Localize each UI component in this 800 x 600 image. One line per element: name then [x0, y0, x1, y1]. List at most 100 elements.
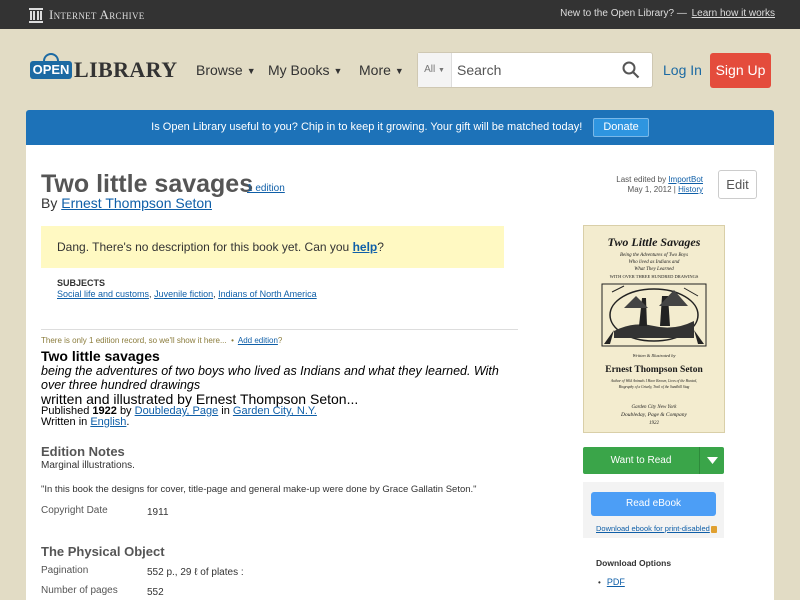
history-link[interactable]: History — [678, 185, 703, 194]
search-button[interactable] — [622, 61, 640, 79]
new-to-library-text: New to the Open Library? — — [560, 8, 687, 19]
search-facet-label: All — [424, 64, 436, 75]
caret-down-icon: ▼ — [333, 66, 343, 77]
caret-down-icon: ▼ — [437, 67, 445, 74]
help-link[interactable]: help — [353, 240, 378, 254]
missing-description-notice: Dang. There's no description for this bo… — [41, 226, 504, 268]
ia-bar-message: New to the Open Library? — Learn how it … — [560, 8, 775, 19]
want-to-read-button[interactable]: Want to Read — [583, 447, 699, 474]
byline: By Ernest Thompson Seton — [41, 195, 212, 211]
nav-more[interactable]: More ▼ — [359, 62, 404, 78]
nav-browse-label: Browse — [196, 62, 243, 78]
last-edited-label: Last edited by — [616, 175, 667, 184]
download-options-heading: Download Options — [596, 558, 672, 568]
cover-author: Ernest Thompson Seton — [605, 365, 703, 375]
single-edition-note: There is only 1 edition record, so we'll… — [41, 336, 283, 345]
description-suffix: ? — [377, 240, 384, 254]
cover-tagline-4: WITH OVER THREE HUNDRED DRAWINGS — [610, 274, 699, 279]
bullet-icon: • — [598, 578, 601, 587]
search-facet-select[interactable]: All ▼ — [418, 53, 452, 87]
edit-button[interactable]: Edit — [718, 170, 757, 199]
cover-woodcut-drawing — [601, 283, 707, 347]
reading-status-dropdown[interactable] — [699, 447, 724, 474]
subjects-label: SUBJECTS — [57, 278, 106, 288]
last-edited-info: Last edited by ImportBot May 1, 2012 | H… — [616, 175, 703, 195]
edition-count-link[interactable]: 1 edition — [247, 183, 285, 194]
print-disabled-download: Download ebook for print-disabled — [596, 524, 717, 533]
read-options-box: Read eBook Download ebook for print-disa… — [583, 482, 724, 538]
open-library-logo[interactable]: OPEN LIBRARY — [30, 51, 178, 83]
edition-notes-text: Marginal illustrations. — [41, 460, 135, 471]
language-info: Written in English. — [41, 416, 129, 428]
nav-my-books-label: My Books — [268, 62, 330, 78]
cover-tagline-3: What They Learned — [634, 267, 674, 272]
add-edition-suffix: ? — [277, 336, 283, 345]
last-edited-date: May 1, 2012 | — [627, 185, 676, 194]
logo-wordmark: LIBRARY — [74, 57, 178, 82]
signup-button[interactable]: Sign Up — [710, 53, 771, 88]
cover-tagline-1: Being the Adventures of Two Boys — [620, 253, 688, 258]
edition-notes-heading: Edition Notes — [41, 444, 125, 459]
nav-browse[interactable]: Browse ▼ — [196, 62, 256, 78]
search-bar: All ▼ — [417, 52, 653, 88]
add-edition-link[interactable]: Add edition — [238, 336, 278, 345]
publisher-link[interactable]: Doubleday, Page — [135, 405, 219, 417]
pdf-download-link[interactable]: PDF — [607, 577, 625, 587]
edition-subtitle: being the adventures of two boys who liv… — [41, 364, 499, 392]
last-edited-by-link[interactable]: ImportBot — [668, 175, 703, 184]
internet-archive-logo[interactable]: Internet Archive — [28, 6, 145, 23]
nav-more-label: More — [359, 62, 391, 78]
pagination-value: 552 p., 29 ℓ of plates : — [147, 567, 244, 578]
subject-link[interactable]: Juvenile fiction — [154, 289, 213, 299]
nav-my-books[interactable]: My Books ▼ — [268, 62, 342, 78]
search-icon — [622, 61, 640, 79]
search-input[interactable] — [453, 53, 618, 87]
caret-down-icon: ▼ — [246, 66, 256, 77]
internet-archive-wordmark: Internet Archive — [49, 6, 145, 22]
author-link[interactable]: Ernest Thompson Seton — [61, 195, 212, 211]
subject-link[interactable]: Indians of North America — [218, 289, 317, 299]
want-to-read-control: Want to Read — [583, 447, 724, 474]
logo-badge-text: OPEN — [30, 61, 72, 79]
language-link[interactable]: English — [90, 416, 126, 428]
section-divider — [41, 329, 518, 330]
download-pdf-item: • PDF — [598, 577, 625, 587]
open-sign-icon: OPEN — [30, 53, 72, 81]
subjects-section: SUBJECTS Social life and customs, Juveni… — [57, 278, 317, 299]
by-label: By — [41, 195, 58, 211]
number-of-pages-label: Number of pages — [41, 585, 118, 596]
triangle-down-icon — [707, 457, 718, 464]
edition-title: Two little savages — [41, 348, 160, 364]
caret-down-icon: ▼ — [394, 66, 404, 77]
in-label: in — [221, 405, 230, 417]
physical-object-heading: The Physical Object — [41, 544, 165, 559]
cover-imprint-2: Doubleday, Page & Company — [620, 412, 688, 418]
cover-illustration: Two Little Savages Being the Adventures … — [601, 235, 707, 426]
cover-imprint-1: Garden City New York — [631, 405, 677, 410]
copyright-date-value: 1911 — [147, 507, 169, 518]
print-disabled-link[interactable]: Download ebook for print-disabled — [596, 524, 710, 533]
number-of-pages-value: 552 — [147, 587, 164, 598]
cover-title: Two Little Savages — [608, 235, 701, 249]
edition-notes-quote: "In this book the designs for cover, tit… — [41, 484, 477, 495]
learn-how-it-works-link[interactable]: Learn how it works — [692, 8, 775, 19]
copyright-date-label: Copyright Date — [41, 505, 108, 516]
written-in-label: Written in — [41, 416, 88, 428]
cover-credit-1: Author of Wild Animals I Have Known, Liv… — [610, 379, 697, 384]
language-suffix: . — [126, 416, 130, 428]
publish-place-link[interactable]: Garden City, N.Y. — [233, 405, 317, 417]
donate-button[interactable]: Donate — [593, 117, 649, 137]
read-ebook-button[interactable]: Read eBook — [591, 492, 716, 516]
cover-illustrated-by: Written & Illustrated by — [632, 353, 675, 358]
subject-link[interactable]: Social life and customs — [57, 289, 149, 299]
archive-building-icon — [29, 7, 43, 23]
cover-credit-2: Biography of a Grizzly, Trail of the San… — [619, 385, 690, 390]
cover-imprint-3: 1922 — [649, 421, 660, 426]
subjects-list: Social life and customs, Juvenile fictio… — [57, 289, 317, 299]
donation-banner: Is Open Library useful to you? Chip in t… — [26, 110, 774, 145]
site-header: OPEN LIBRARY Browse ▼ My Books ▼ More ▼ All… — [0, 29, 800, 110]
description-text: Dang. There's no description for this bo… — [57, 240, 350, 254]
login-link[interactable]: Log In — [663, 62, 702, 78]
book-cover-image[interactable]: Two Little Savages Being the Adventures … — [583, 225, 725, 433]
lock-icon — [710, 525, 717, 533]
